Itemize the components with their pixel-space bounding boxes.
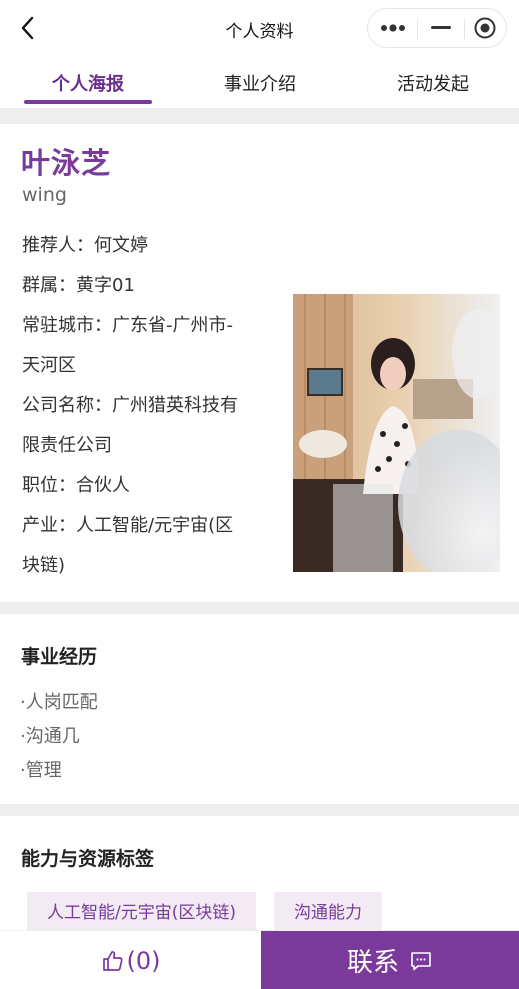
chat-icon bbox=[409, 950, 433, 972]
section-gap bbox=[0, 108, 519, 124]
career-item: ·管理 bbox=[20, 760, 62, 781]
career-list: ·人岗匹配 ·沟通几 ·管理 bbox=[20, 686, 98, 788]
bottom-action-bar: (0) 联系 bbox=[0, 930, 519, 989]
tab-bar: 个人海报 事业介绍 活动发起 bbox=[0, 56, 519, 108]
contact-label: 联系 bbox=[346, 948, 399, 978]
like-button[interactable]: (0) bbox=[0, 931, 261, 989]
nav-bar: 个人资料 bbox=[0, 0, 519, 56]
info-line: 限责任公司 bbox=[22, 435, 112, 456]
minimize-icon[interactable] bbox=[418, 9, 464, 47]
profile-photo[interactable] bbox=[293, 294, 500, 572]
career-item: ·人岗匹配 bbox=[20, 692, 98, 713]
mini-program-capsule bbox=[367, 8, 507, 48]
profile-info: 推荐人：何文婷 群属：黄字01 常驻城市：广东省-广州市- 天河区 公司名称：广… bbox=[22, 226, 274, 586]
profile-name: 叶泳芝 bbox=[21, 146, 112, 180]
more-dots-icon[interactable] bbox=[370, 9, 416, 47]
tag-chip[interactable]: 沟通能力 bbox=[274, 892, 382, 932]
section-gap bbox=[0, 804, 519, 816]
contact-button[interactable]: 联系 bbox=[261, 931, 519, 989]
info-line: 推荐人：何文婷 bbox=[22, 235, 148, 256]
info-line: 块链) bbox=[22, 555, 66, 576]
tab-poster[interactable]: 个人海报 bbox=[8, 70, 168, 96]
info-line: 产业：人工智能/元宇宙(区 bbox=[22, 515, 234, 536]
tab-career-intro[interactable]: 事业介绍 bbox=[180, 70, 340, 96]
tags-section: 能力与资源标签 人工智能/元宇宙(区块链) 沟通能力 bbox=[0, 816, 519, 936]
tab-activity[interactable]: 活动发起 bbox=[353, 70, 513, 96]
tags-title: 能力与资源标签 bbox=[21, 848, 155, 870]
info-line: 天河区 bbox=[22, 355, 76, 376]
profile-card: 叶泳芝 wing 推荐人：何文婷 群属：黄字01 常驻城市：广东省-广州市- 天… bbox=[0, 124, 519, 602]
like-count: (0) bbox=[126, 946, 161, 975]
info-line: 常驻城市：广东省-广州市- bbox=[22, 315, 233, 336]
tag-chip[interactable]: 人工智能/元宇宙(区块链) bbox=[27, 892, 256, 932]
career-item: ·沟通几 bbox=[20, 726, 80, 747]
section-gap bbox=[0, 602, 519, 614]
profile-english-name: wing bbox=[22, 184, 67, 206]
career-title: 事业经历 bbox=[21, 646, 98, 668]
info-line: 公司名称：广州猎英科技有 bbox=[22, 395, 238, 416]
close-target-icon[interactable] bbox=[462, 9, 508, 47]
info-line: 职位：合伙人 bbox=[22, 475, 130, 496]
tab-active-indicator bbox=[24, 100, 152, 104]
career-section: 事业经历 ·人岗匹配 ·沟通几 ·管理 bbox=[0, 614, 519, 804]
thumbs-up-icon bbox=[101, 949, 125, 973]
info-line: 群属：黄字01 bbox=[22, 275, 135, 296]
